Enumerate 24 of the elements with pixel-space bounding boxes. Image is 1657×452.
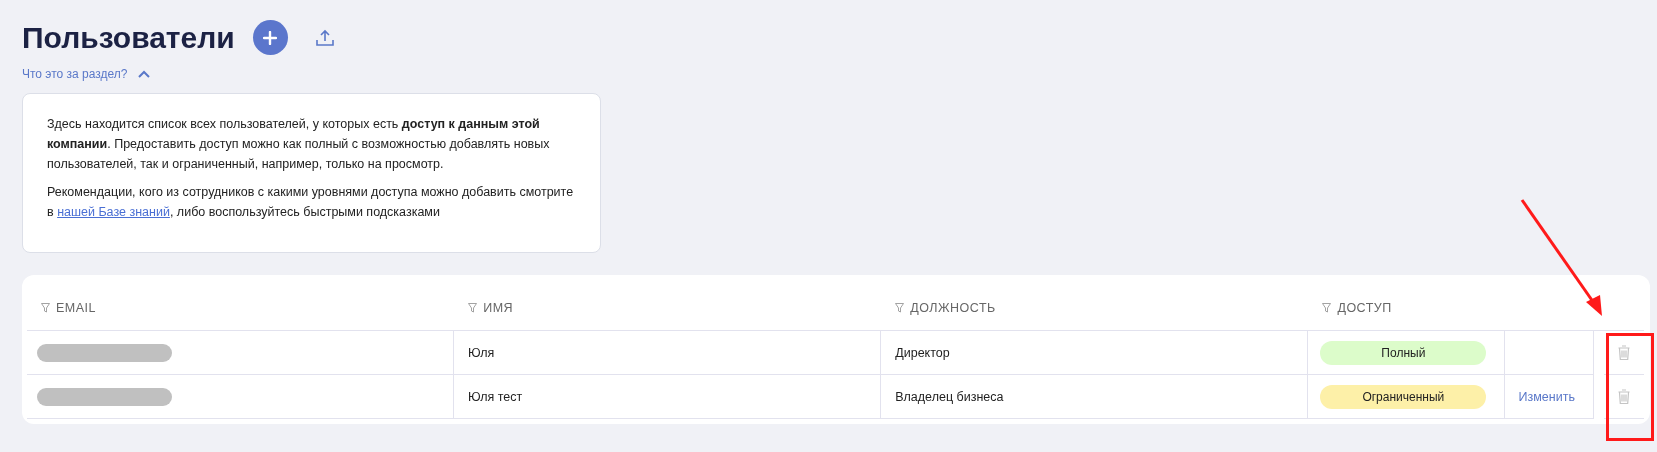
column-header[interactable]: ДОЛЖНОСТЬ [881,285,1309,330]
table-cell: Директор [895,345,950,360]
column-header[interactable]: ДОСТУП [1308,285,1505,330]
plus-icon [263,30,278,45]
info-paragraph: Здесь находится список всех пользователей, у которых есть доступ к данным этой компании. Предоставить доступ можно как полный с возможностью добавлять новых пользователей, так и ограниченный, например, только на просмотр. [47,116,551,173]
column-header[interactable]: EMAIL [27,285,455,330]
filter-icon [468,302,478,313]
chevron-icon [137,70,150,78]
section-help-toggle[interactable]: Что это за раздел? [22,67,150,81]
filter-icon [895,302,905,313]
add-button[interactable] [252,20,288,55]
upload-icon[interactable] [315,28,334,47]
filter-icon [1322,302,1332,313]
page-title: Пользователи [22,20,235,55]
edit-link[interactable]: Изменить [1518,389,1575,404]
table-cell: Владелец бизнеса [895,389,1004,404]
access-badge: Полный [1320,340,1487,365]
access-badge: Ограниченный [1320,384,1487,409]
table-cell: Юля тест [468,389,523,404]
column-header[interactable]: ИМЯ [454,285,882,330]
knowledge-base-link[interactable]: нашей Базе знаний [57,205,170,219]
filter-icon [41,302,50,313]
table-cell: Юля [468,345,495,360]
info-paragraph: Рекомендации, кого из сотрудников с какими уровнями доступа можно добавить смотрите в нашей Базе знаний, либо воспользуйтесь быстрыми подсказками [47,184,575,221]
